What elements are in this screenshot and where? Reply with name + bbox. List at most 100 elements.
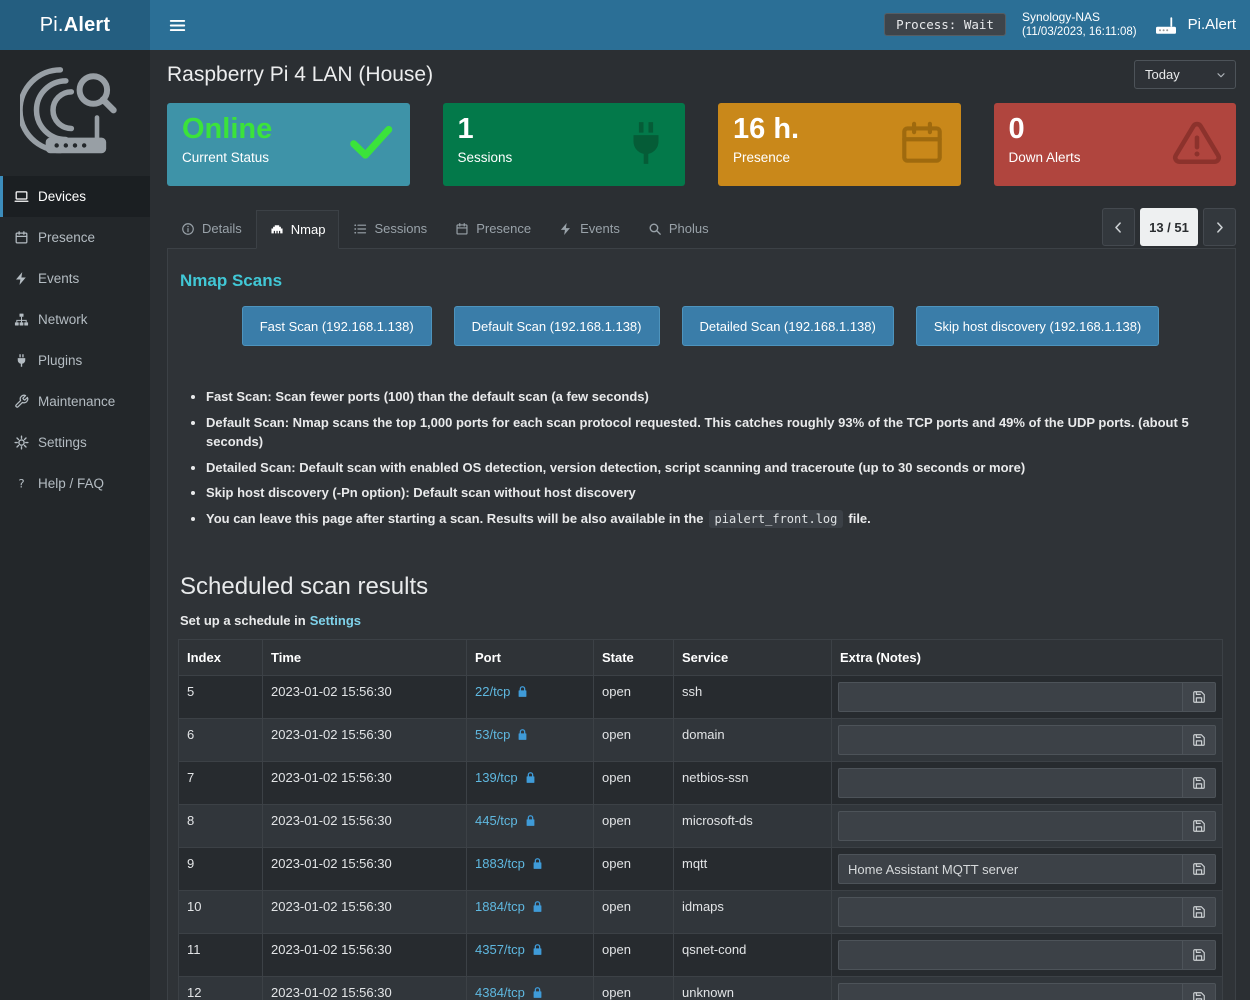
sidebar-item-events[interactable]: Events bbox=[0, 258, 150, 299]
port-cell: 53/tcp bbox=[467, 719, 594, 762]
tab-bar: Details Nmap Sessions Presence Events Ph… bbox=[167, 210, 1090, 248]
scan-button[interactable]: Default Scan (192.168.1.138) bbox=[454, 306, 660, 346]
stat-card-down-alerts: 0 Down Alerts bbox=[994, 103, 1237, 186]
save-note-button[interactable] bbox=[1182, 854, 1216, 884]
port-link[interactable]: 1883/tcp bbox=[475, 856, 525, 871]
extra-cell bbox=[832, 762, 1223, 805]
search-icon bbox=[648, 222, 662, 236]
lock-icon bbox=[531, 986, 544, 999]
host-info: Synology-NAS (11/03/2023, 16:11:08) bbox=[1022, 9, 1137, 41]
check-icon bbox=[346, 118, 396, 168]
sidebar-item-presence[interactable]: Presence bbox=[0, 217, 150, 258]
sidebar-item-label: Presence bbox=[38, 230, 95, 245]
tab-events[interactable]: Events bbox=[545, 210, 634, 248]
save-note-button[interactable] bbox=[1182, 983, 1216, 1000]
state-cell: open bbox=[594, 676, 674, 719]
note-input[interactable] bbox=[838, 983, 1182, 1000]
scan-info-item: Default Scan: Nmap scans the top 1,000 p… bbox=[206, 414, 1223, 452]
floppy-icon bbox=[1192, 862, 1206, 876]
lock-icon bbox=[531, 943, 544, 956]
save-note-button[interactable] bbox=[1182, 940, 1216, 970]
tab-details[interactable]: Details bbox=[167, 210, 256, 248]
stat-card-presence: 16 h. Presence bbox=[718, 103, 961, 186]
state-cell: open bbox=[594, 977, 674, 1000]
lock-icon bbox=[524, 814, 537, 827]
port-cell: 4384/tcp bbox=[467, 977, 594, 1000]
port-link[interactable]: 4357/tcp bbox=[475, 942, 525, 957]
tab-pholus[interactable]: Pholus bbox=[634, 210, 723, 248]
next-device-button[interactable] bbox=[1203, 208, 1236, 246]
scan-button[interactable]: Skip host discovery (192.168.1.138) bbox=[916, 306, 1159, 346]
sidebar-item-label: Settings bbox=[38, 435, 87, 450]
note-input[interactable] bbox=[838, 682, 1182, 712]
navbar: Process: Wait Synology-NAS (11/03/2023, … bbox=[150, 0, 1250, 50]
process-status-badge: Process: Wait bbox=[884, 13, 1006, 36]
sidebar-toggle-button[interactable] bbox=[162, 9, 192, 41]
note-input[interactable] bbox=[838, 854, 1182, 884]
sidebar-item-network[interactable]: Network bbox=[0, 299, 150, 340]
port-link[interactable]: 53/tcp bbox=[475, 727, 510, 742]
save-note-button[interactable] bbox=[1182, 811, 1216, 841]
host-timestamp: (11/03/2023, 16:11:08) bbox=[1022, 25, 1137, 41]
note-input[interactable] bbox=[838, 811, 1182, 841]
save-note-button[interactable] bbox=[1182, 725, 1216, 755]
settings-link[interactable]: Settings bbox=[310, 613, 361, 628]
scan-result-row: 11 2023-01-02 15:56:30 4357/tcp open qsn… bbox=[179, 934, 1223, 977]
index-cell: 8 bbox=[179, 805, 263, 848]
chevron-down-icon bbox=[1215, 69, 1227, 81]
port-link[interactable]: 445/tcp bbox=[475, 813, 518, 828]
note-input[interactable] bbox=[838, 897, 1182, 927]
sidebar-item-help[interactable]: Help / FAQ bbox=[0, 463, 150, 504]
port-cell: 445/tcp bbox=[467, 805, 594, 848]
state-cell: open bbox=[594, 934, 674, 977]
scan-button[interactable]: Fast Scan (192.168.1.138) bbox=[242, 306, 432, 346]
time-cell: 2023-01-02 15:56:30 bbox=[263, 676, 467, 719]
port-cell: 22/tcp bbox=[467, 676, 594, 719]
hamburger-icon bbox=[168, 16, 187, 35]
tab-presence[interactable]: Presence bbox=[441, 210, 545, 248]
service-cell: idmaps bbox=[674, 891, 832, 934]
note-input[interactable] bbox=[838, 940, 1182, 970]
scan-result-row: 8 2023-01-02 15:56:30 445/tcp open micro… bbox=[179, 805, 1223, 848]
extra-cell bbox=[832, 719, 1223, 762]
scan-info-item: Skip host discovery (-Pn option): Defaul… bbox=[206, 484, 1223, 503]
port-link[interactable]: 22/tcp bbox=[475, 684, 510, 699]
port-link[interactable]: 4384/tcp bbox=[475, 985, 525, 1000]
time-cell: 2023-01-02 15:56:30 bbox=[263, 762, 467, 805]
pialert-logo-image bbox=[20, 64, 130, 160]
prev-device-button[interactable] bbox=[1102, 208, 1135, 246]
port-link[interactable]: 1884/tcp bbox=[475, 899, 525, 914]
sidebar-item-label: Network bbox=[38, 312, 88, 327]
tab-label: Pholus bbox=[669, 221, 709, 236]
host-name: Synology-NAS bbox=[1022, 9, 1137, 25]
state-cell: open bbox=[594, 805, 674, 848]
brand-logo[interactable]: Pi.Alert bbox=[0, 0, 150, 50]
state-cell: open bbox=[594, 719, 674, 762]
column-header: Port bbox=[467, 640, 594, 676]
time-cell: 2023-01-02 15:56:30 bbox=[263, 934, 467, 977]
sidebar-item-plugins[interactable]: Plugins bbox=[0, 340, 150, 381]
scan-info-item: Fast Scan: Scan fewer ports (100) than t… bbox=[206, 388, 1223, 407]
extra-cell bbox=[832, 934, 1223, 977]
lock-icon bbox=[524, 771, 537, 784]
stat-card-current-status: Online Current Status bbox=[167, 103, 410, 186]
note-input[interactable] bbox=[838, 768, 1182, 798]
tab-nmap[interactable]: Nmap bbox=[256, 210, 340, 249]
port-cell: 139/tcp bbox=[467, 762, 594, 805]
sidebar-item-devices[interactable]: Devices bbox=[0, 176, 150, 217]
note-input[interactable] bbox=[838, 725, 1182, 755]
port-cell: 1884/tcp bbox=[467, 891, 594, 934]
port-link[interactable]: 139/tcp bbox=[475, 770, 518, 785]
tabs-row: Details Nmap Sessions Presence Events Ph… bbox=[167, 208, 1236, 249]
plug-icon bbox=[621, 118, 671, 168]
save-note-button[interactable] bbox=[1182, 682, 1216, 712]
save-note-button[interactable] bbox=[1182, 897, 1216, 927]
tab-sessions[interactable]: Sessions bbox=[339, 210, 441, 248]
sidebar-item-maintenance[interactable]: Maintenance bbox=[0, 381, 150, 422]
sidebar-item-settings[interactable]: Settings bbox=[0, 422, 150, 463]
period-select[interactable]: Today bbox=[1134, 60, 1236, 89]
scan-buttons: Fast Scan (192.168.1.138) Default Scan (1… bbox=[178, 306, 1223, 346]
user-menu[interactable]: Pi.Alert bbox=[1153, 13, 1240, 37]
scan-button[interactable]: Detailed Scan (192.168.1.138) bbox=[682, 306, 894, 346]
save-note-button[interactable] bbox=[1182, 768, 1216, 798]
